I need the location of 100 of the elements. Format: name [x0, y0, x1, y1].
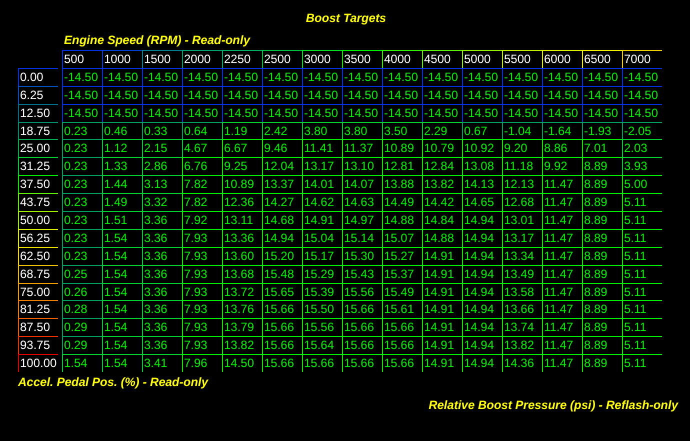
- table-cell: 11.47: [542, 300, 582, 318]
- table-cell: 15.66: [262, 336, 302, 354]
- table-cell: -14.50: [542, 68, 582, 86]
- table-cell: -14.50: [342, 86, 382, 104]
- column-header: 500: [62, 50, 102, 68]
- row-header: 93.75: [18, 336, 58, 354]
- table-cell: -14.50: [142, 86, 182, 104]
- table-cell: -14.50: [462, 104, 502, 122]
- table-cell: 2.03: [622, 139, 662, 158]
- table-cell: 13.72: [222, 282, 262, 300]
- table-cell: 7.92: [182, 211, 222, 229]
- table-cell: -14.50: [302, 86, 342, 104]
- table-cell: 13.10: [342, 157, 382, 176]
- table-cell: 5.11: [622, 318, 662, 336]
- table-cell: 8.89: [582, 264, 622, 283]
- table-cell: -14.50: [382, 68, 422, 86]
- table-cell: 15.07: [382, 228, 422, 247]
- table-cell: 11.47: [542, 336, 582, 354]
- table-cell: -14.50: [262, 86, 302, 104]
- table-cell: 15.17: [302, 246, 342, 265]
- column-header: 5500: [502, 50, 542, 68]
- table-cell: 3.36: [142, 211, 182, 229]
- table-cell: 13.58: [502, 282, 542, 300]
- table-cell: 15.48: [262, 264, 302, 283]
- table-cell: -14.50: [62, 104, 102, 122]
- table-cell: 0.23: [62, 139, 102, 158]
- column-header: 1000: [102, 50, 142, 68]
- table-cell: 12.13: [502, 175, 542, 194]
- table-cell: -1.93: [582, 122, 622, 140]
- table-cell: 5.11: [622, 354, 662, 372]
- table-cell: 1.54: [102, 336, 142, 354]
- table-cell: 5.11: [622, 246, 662, 265]
- table-cell: -14.50: [62, 68, 102, 86]
- table-cell: 3.36: [142, 228, 182, 247]
- table-cell: 14.13: [462, 175, 502, 194]
- table-cell: 15.65: [262, 282, 302, 300]
- table-cell: 1.54: [102, 246, 142, 265]
- table-cell: 8.89: [582, 228, 622, 247]
- table-cell: 11.47: [542, 264, 582, 283]
- table-cell: -14.50: [462, 86, 502, 104]
- column-header: 3500: [342, 50, 382, 68]
- row-header: 68.75: [18, 264, 58, 283]
- table-cell: 13.79: [222, 318, 262, 336]
- table-cell: 8.89: [582, 354, 622, 372]
- table-cell: 0.25: [62, 264, 102, 283]
- table-cell: 15.66: [382, 354, 422, 372]
- table-cell: -14.50: [582, 86, 622, 104]
- table-cell: 15.61: [382, 300, 422, 318]
- column-header: 2250: [222, 50, 262, 68]
- table-cell: 11.47: [542, 211, 582, 229]
- table-cell: 3.36: [142, 336, 182, 354]
- table-cell: 14.88: [422, 228, 462, 247]
- table-cell: 9.25: [222, 157, 262, 176]
- table-cell: -14.50: [582, 104, 622, 122]
- table-cell: 11.47: [542, 228, 582, 247]
- table-cell: -1.64: [542, 122, 582, 140]
- column-header: 4500: [422, 50, 462, 68]
- table-cell: 8.89: [582, 282, 622, 300]
- table-cell: 14.91: [422, 264, 462, 283]
- table-cell: 11.47: [542, 354, 582, 372]
- table-cell: 1.44: [102, 175, 142, 194]
- row-header: 0.00: [18, 68, 58, 86]
- table-cell: 7.93: [182, 336, 222, 354]
- table-cell: -14.50: [262, 68, 302, 86]
- table-cell: 0.23: [62, 193, 102, 212]
- table-cell: 13.76: [222, 300, 262, 318]
- table-cell: 14.91: [422, 336, 462, 354]
- row-header: 50.00: [18, 211, 58, 229]
- table-cell: 0.23: [62, 228, 102, 247]
- table-cell: 11.47: [542, 193, 582, 212]
- table-cell: 8.89: [582, 211, 622, 229]
- table-cell: 12.04: [262, 157, 302, 176]
- table-cell: 7.93: [182, 318, 222, 336]
- table-cell: 0.23: [62, 211, 102, 229]
- table-cell: 3.80: [342, 122, 382, 140]
- table-cell: 15.66: [262, 318, 302, 336]
- table-cell: 9.92: [542, 157, 582, 176]
- table-cell: 1.51: [102, 211, 142, 229]
- table-cell: 12.81: [382, 157, 422, 176]
- table-cell: 13.82: [502, 336, 542, 354]
- row-header: 62.50: [18, 246, 58, 265]
- table-cell: 5.11: [622, 282, 662, 300]
- table-cell: 14.62: [302, 193, 342, 212]
- table-cell: 15.14: [342, 228, 382, 247]
- table-cell: 15.30: [342, 246, 382, 265]
- table-cell: 6.67: [222, 139, 262, 158]
- table-cell: 14.94: [462, 264, 502, 283]
- table-cell: 13.34: [502, 246, 542, 265]
- row-header: 87.50: [18, 318, 58, 336]
- table-cell: 14.91: [422, 300, 462, 318]
- table-cell: 7.93: [182, 246, 222, 265]
- table-cell: 14.97: [342, 211, 382, 229]
- table-cell: 7.93: [182, 300, 222, 318]
- table-cell: -14.50: [422, 104, 462, 122]
- table-cell: 14.94: [262, 228, 302, 247]
- table-cell: 14.49: [382, 193, 422, 212]
- row-header: 31.25: [18, 157, 58, 176]
- table-cell: 11.18: [502, 157, 542, 176]
- column-header: 3000: [302, 50, 342, 68]
- table-cell: -14.50: [62, 86, 102, 104]
